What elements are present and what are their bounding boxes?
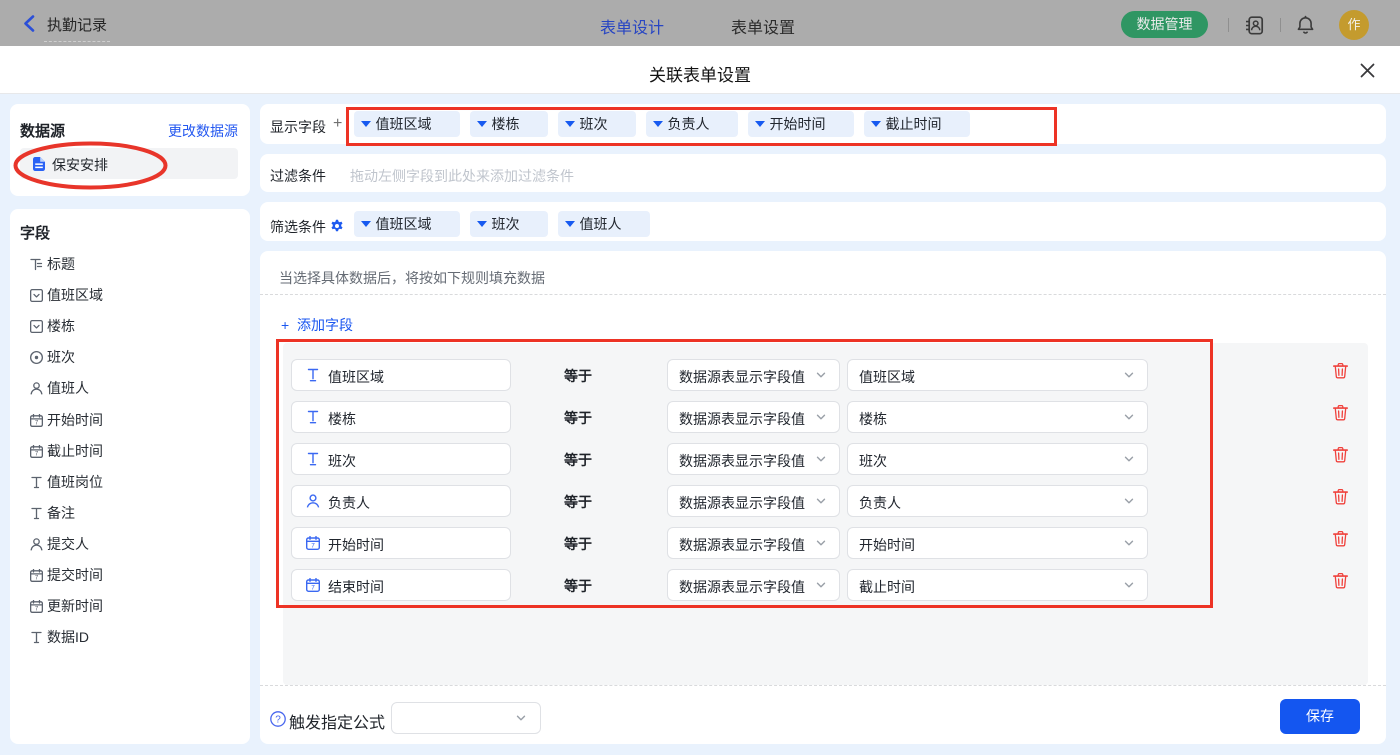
svg-text:7: 7 — [311, 584, 315, 591]
svg-text:7: 7 — [311, 542, 315, 549]
svg-text:?: ? — [275, 715, 281, 726]
